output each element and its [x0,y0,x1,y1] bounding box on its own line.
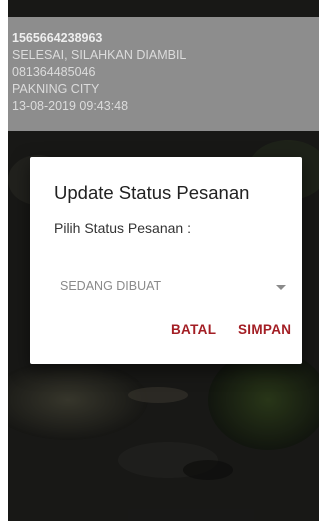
save-button[interactable]: SIMPAN [238,322,291,337]
app-screen: 1565664238963 SELESAI, SILAHKAN DIAMBIL … [8,0,319,521]
status-dropdown[interactable]: SEDANG DIBUAT [54,269,292,303]
order-datetime: 13-08-2019 09:43:48 [12,99,129,113]
dialog-subtitle: Pilih Status Pesanan : [54,220,191,236]
cancel-button[interactable]: BATAL [171,322,216,337]
order-card: 1565664238963 SELESAI, SILAHKAN DIAMBIL … [8,17,319,131]
status-dropdown-value: SEDANG DIBUAT [60,279,162,293]
dialog-title: Update Status Pesanan [54,182,250,203]
order-id: 1565664238963 [12,31,103,45]
order-city: PAKNING CITY [12,82,100,96]
order-status: SELESAI, SILAHKAN DIAMBIL [12,48,187,62]
update-status-dialog: Update Status Pesanan Pilih Status Pesan… [30,157,302,364]
triangle-down-icon [276,285,286,290]
order-phone: 081364485046 [12,65,96,79]
order-card-details: 1565664238963 SELESAI, SILAHKAN DIAMBIL … [12,30,186,115]
